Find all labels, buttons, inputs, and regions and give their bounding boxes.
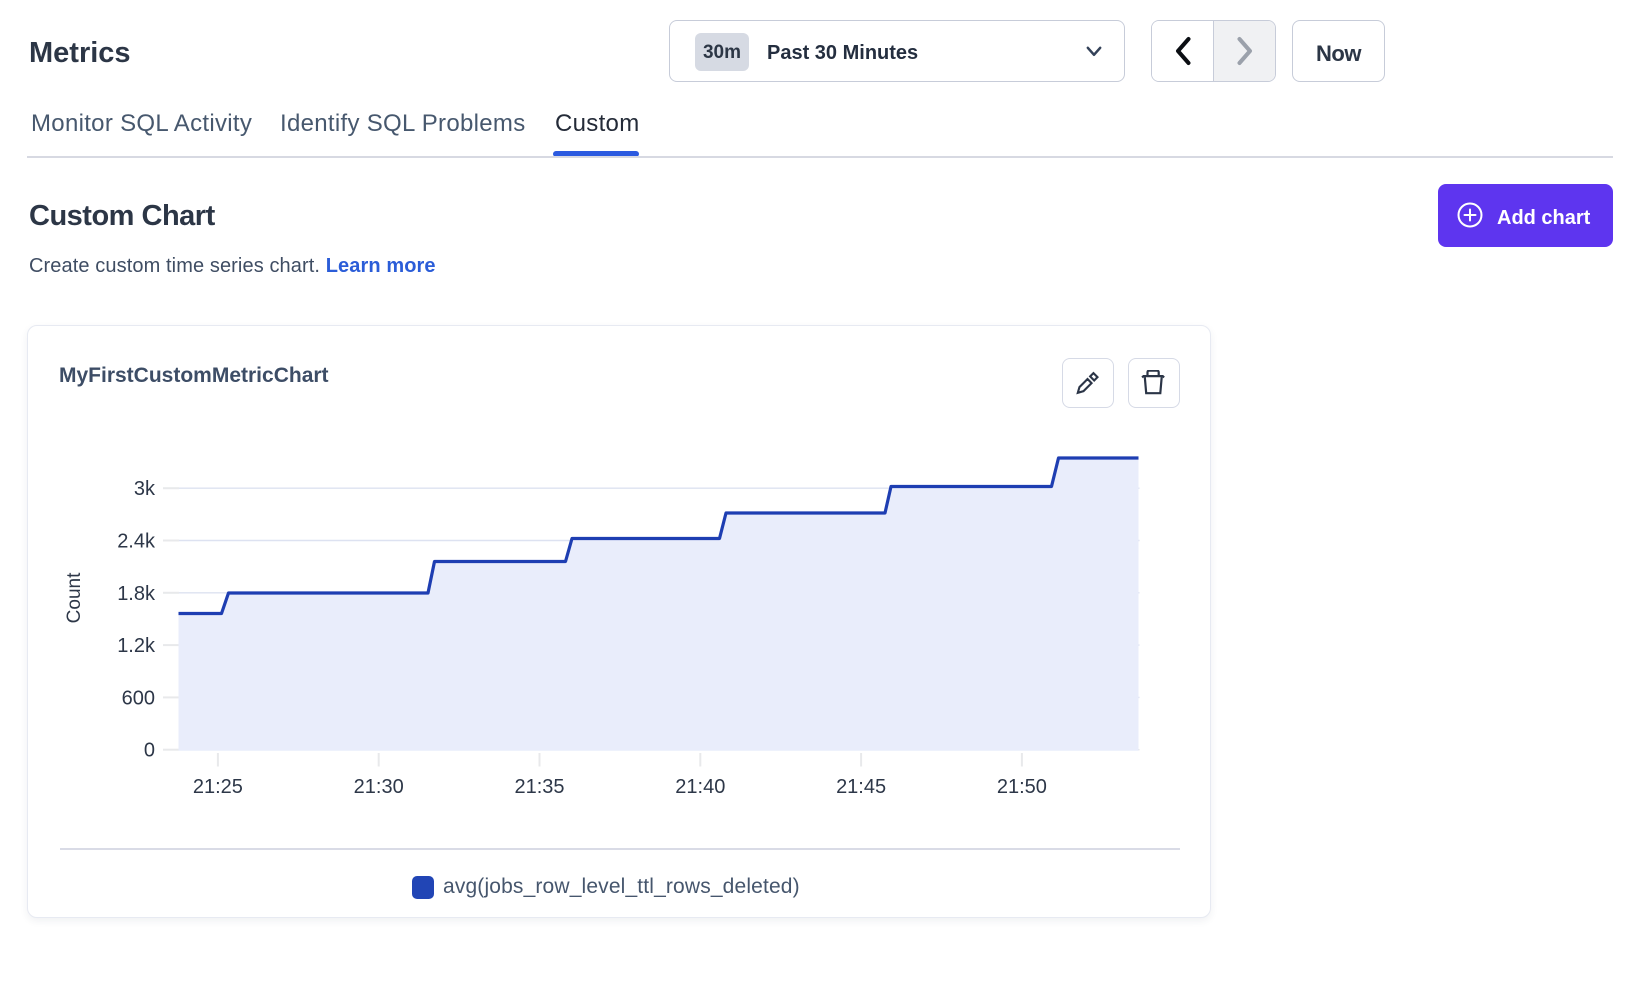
svg-text:21:35: 21:35 bbox=[514, 776, 564, 798]
svg-text:0: 0 bbox=[144, 740, 155, 762]
svg-text:21:45: 21:45 bbox=[836, 776, 886, 798]
svg-text:21:50: 21:50 bbox=[997, 776, 1047, 798]
svg-text:3k: 3k bbox=[134, 478, 156, 500]
svg-text:21:25: 21:25 bbox=[193, 776, 243, 798]
svg-text:Count: Count bbox=[64, 572, 85, 623]
svg-text:1.8k: 1.8k bbox=[117, 583, 156, 605]
svg-text:21:30: 21:30 bbox=[354, 776, 404, 798]
svg-text:21:40: 21:40 bbox=[675, 776, 725, 798]
svg-text:600: 600 bbox=[122, 687, 155, 709]
svg-text:1.2k: 1.2k bbox=[117, 635, 156, 657]
svg-text:2.4k: 2.4k bbox=[117, 531, 156, 553]
